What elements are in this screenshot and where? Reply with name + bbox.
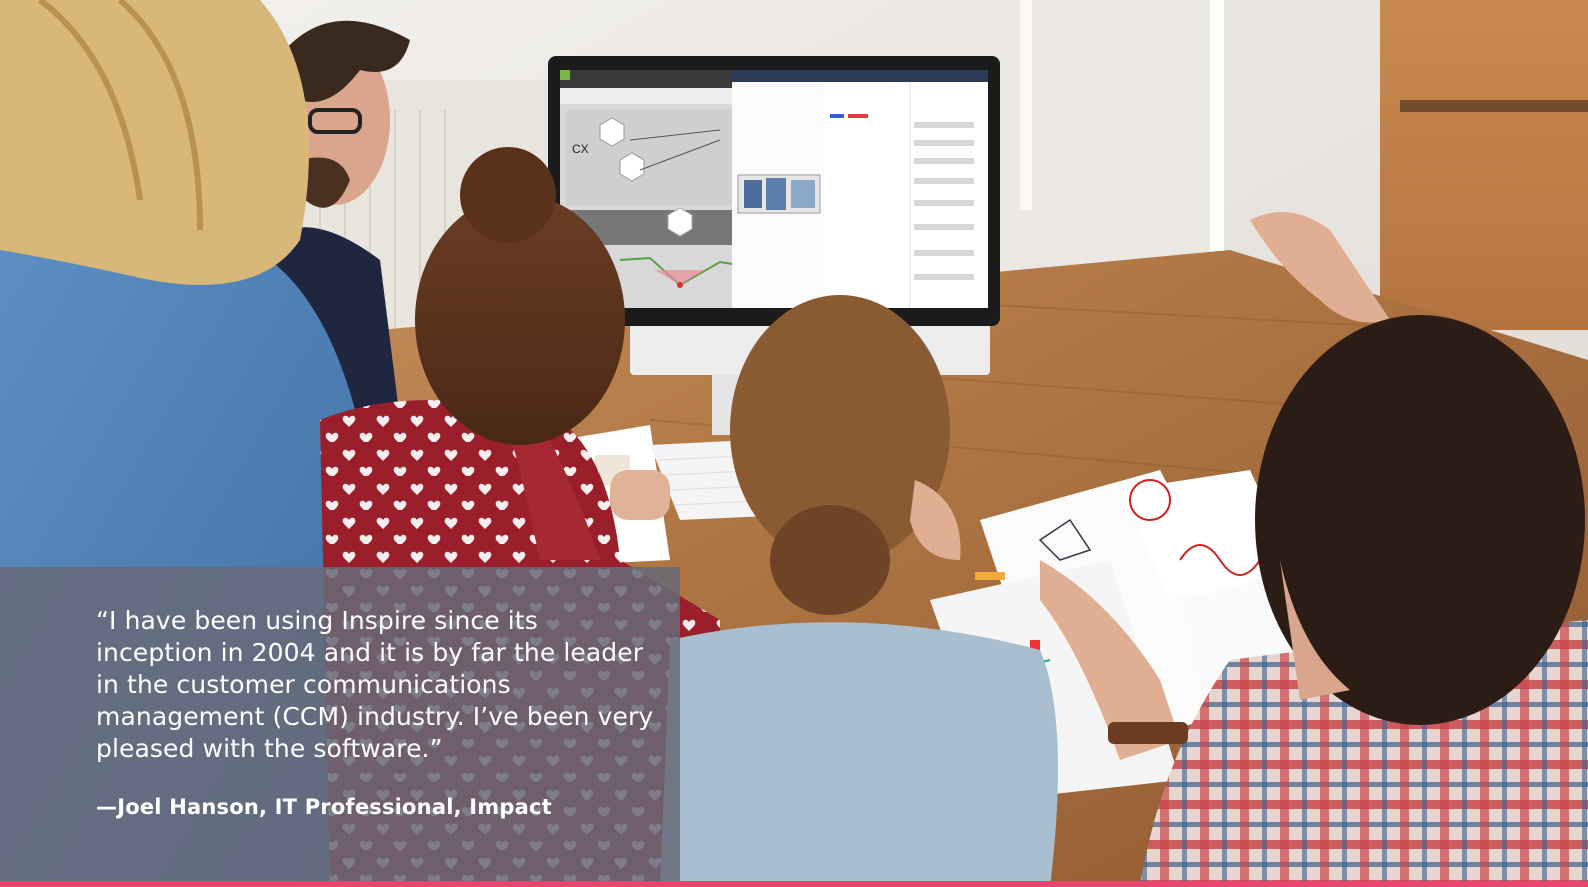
accent-bar	[0, 881, 1588, 887]
testimonial-quote: “I have been using Inspire since its inc…	[96, 606, 654, 763]
testimonial-panel: “I have been using Inspire since its inc…	[0, 567, 680, 881]
testimonial-attribution: —Joel Hanson, IT Professional, Impact	[96, 795, 552, 819]
cx-label: CX	[572, 142, 589, 156]
